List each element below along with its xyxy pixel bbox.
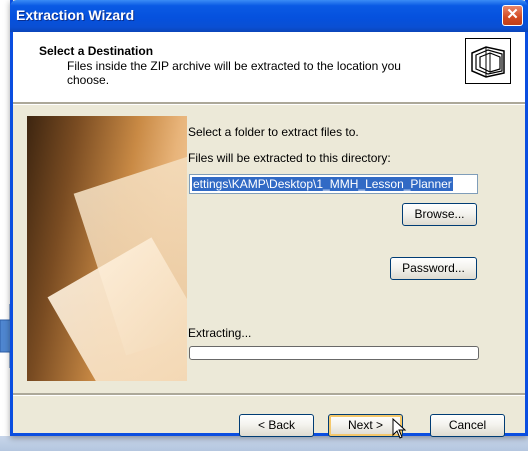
- back-button[interactable]: < Back: [239, 414, 314, 437]
- header-separator: [13, 102, 525, 105]
- close-icon: ✕: [506, 6, 519, 23]
- directory-label: Files will be extracted to this director…: [188, 151, 391, 165]
- archive-folders-icon: [465, 38, 511, 84]
- page-title: Select a Destination: [39, 44, 154, 58]
- title-bar[interactable]: Extraction Wizard ✕: [10, 0, 528, 32]
- extracting-label: Extracting...: [188, 326, 252, 340]
- mouse-cursor-icon: [392, 418, 407, 439]
- footer-separator: [13, 393, 525, 396]
- page-subtitle: Files inside the ZIP archive will be ext…: [67, 59, 401, 87]
- select-folder-label: Select a folder to extract files to.: [188, 125, 359, 139]
- close-button[interactable]: ✕: [502, 5, 523, 26]
- wizard-header: Select a Destination Files inside the ZI…: [13, 32, 525, 102]
- destination-directory-value: ettings\KAMP\Desktop\1_MMH_Lesson_Planne…: [192, 177, 453, 191]
- password-button[interactable]: Password...: [390, 257, 477, 280]
- window-title: Extraction Wizard: [16, 7, 135, 23]
- browse-button[interactable]: Browse...: [402, 203, 477, 226]
- cancel-button[interactable]: Cancel: [430, 414, 505, 437]
- wizard-side-image: [27, 116, 187, 381]
- background-bottom: [0, 436, 528, 451]
- extraction-progress-bar: [189, 346, 479, 360]
- destination-directory-input[interactable]: ettings\KAMP\Desktop\1_MMH_Lesson_Planne…: [189, 174, 478, 194]
- extraction-wizard-window: Extraction Wizard ✕ Select a Destination…: [10, 0, 528, 437]
